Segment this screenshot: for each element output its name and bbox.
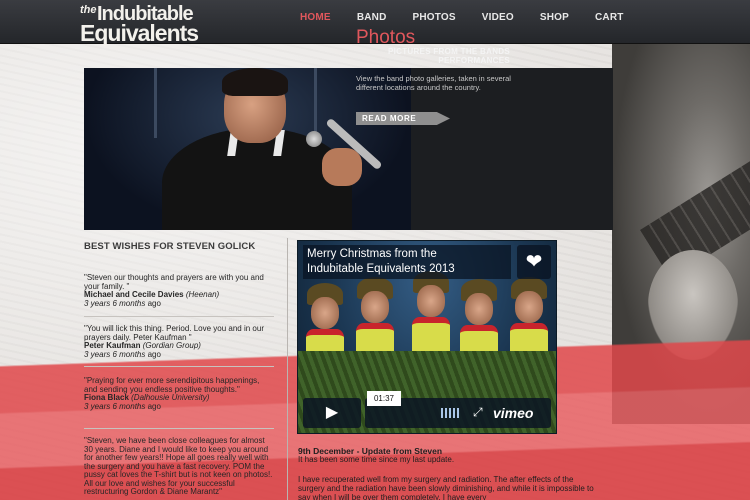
fullscreen-icon[interactable]: ⤢ — [473, 405, 483, 420]
wish-message: "Praying for ever more serendipitous hap… — [84, 376, 260, 394]
hero-title: Photos — [356, 27, 416, 48]
wish-divider — [84, 316, 274, 317]
wish-org: (Heenan) — [185, 290, 220, 299]
video-controls: ▶ 01:37 ⤢ vimeo — [303, 391, 551, 428]
nav-band[interactable]: BAND — [357, 12, 387, 26]
vimeo-logo[interactable]: vimeo — [493, 405, 533, 421]
hero-subtitle-line2: PERFORMANCES — [438, 56, 510, 65]
wish-message: "Steven our thoughts and prayers are wit… — [84, 273, 264, 291]
wish-item: "Steven our thoughts and prayers are wit… — [84, 273, 274, 309]
nav-shop[interactable]: SHOP — [540, 12, 569, 26]
wish-time-suffix: ago — [147, 349, 161, 359]
wish-message: "Steven, we have been close colleagues f… — [84, 437, 273, 496]
hero-subtitle: PICTURES FROM THE BANDS PERFORMANCES — [350, 47, 510, 65]
video-title-line1: Merry Christmas from the — [307, 248, 437, 260]
wish-time-ago: 3 years 6 months — [84, 349, 146, 359]
stage-light — [314, 68, 317, 138]
heart-icon: ❤ — [525, 251, 543, 273]
hero-banner — [84, 68, 613, 230]
wish-time-ago: 3 years 6 months — [84, 401, 146, 411]
wish-time-ago: 3 years 6 months — [84, 298, 146, 308]
wishes-heading: BEST WISHES FOR STEVEN GOLICK — [84, 241, 256, 252]
video-player[interactable]: Merry Christmas from the Indubitable Equ… — [297, 240, 557, 434]
like-button[interactable]: ❤ — [517, 245, 551, 279]
update-body: I have recuperated well from my surgery … — [298, 475, 594, 500]
wish-message: "You will lick this thing. Period. Love … — [84, 324, 264, 342]
nav-cart[interactable]: CART — [595, 12, 624, 26]
wish-time: 3 years 6 months ago — [84, 401, 274, 412]
nav-photos[interactable]: PHOTOS — [413, 12, 456, 26]
hero-subtitle-line1: PICTURES FROM THE BANDS — [387, 47, 510, 56]
video-title[interactable]: Merry Christmas from the Indubitable Equ… — [303, 245, 511, 279]
singer-hand — [322, 148, 362, 186]
column-divider — [287, 238, 288, 500]
play-icon: ▶ — [325, 404, 339, 421]
wish-time: 3 years 6 months ago — [84, 298, 274, 309]
logo-the: the — [80, 4, 97, 16]
volume-icon[interactable] — [441, 408, 461, 418]
update-subtitle: It has been some time since my last upda… — [298, 455, 455, 464]
wish-item: "Praying for ever more serendipitous hap… — [84, 376, 274, 412]
hero-singer-photo — [84, 68, 411, 230]
singer-hair — [222, 68, 288, 96]
play-button[interactable]: ▶ — [303, 398, 361, 428]
video-title-line2: Indubitable Equivalents 2013 — [307, 263, 455, 275]
logo-line2: Equivalents — [80, 20, 199, 46]
hero-text-panel — [411, 68, 613, 230]
video-timecode: 01:37 — [367, 391, 401, 406]
stage-light — [154, 68, 157, 138]
wish-item: "Steven, we have been close colleagues f… — [84, 437, 274, 500]
hero-description: View the band photo galleries, taken in … — [356, 74, 511, 92]
wish-time-suffix: ago — [147, 298, 161, 308]
wish-time: 3 years 6 months ago — [84, 349, 274, 360]
wish-time-suffix: ago — [147, 401, 161, 411]
wish-divider — [84, 366, 274, 367]
main-nav: HOME BAND PHOTOS VIDEO SHOP CART — [300, 12, 650, 26]
wish-item: "You will lick this thing. Period. Love … — [84, 324, 274, 360]
wish-divider — [84, 428, 274, 429]
nav-home[interactable]: HOME — [300, 12, 331, 26]
nav-video[interactable]: VIDEO — [482, 12, 514, 26]
microphone-head — [306, 131, 322, 147]
read-more-button[interactable]: READ MORE — [356, 112, 450, 125]
band-logo[interactable]: the Indubitable Equivalents — [80, 3, 204, 46]
